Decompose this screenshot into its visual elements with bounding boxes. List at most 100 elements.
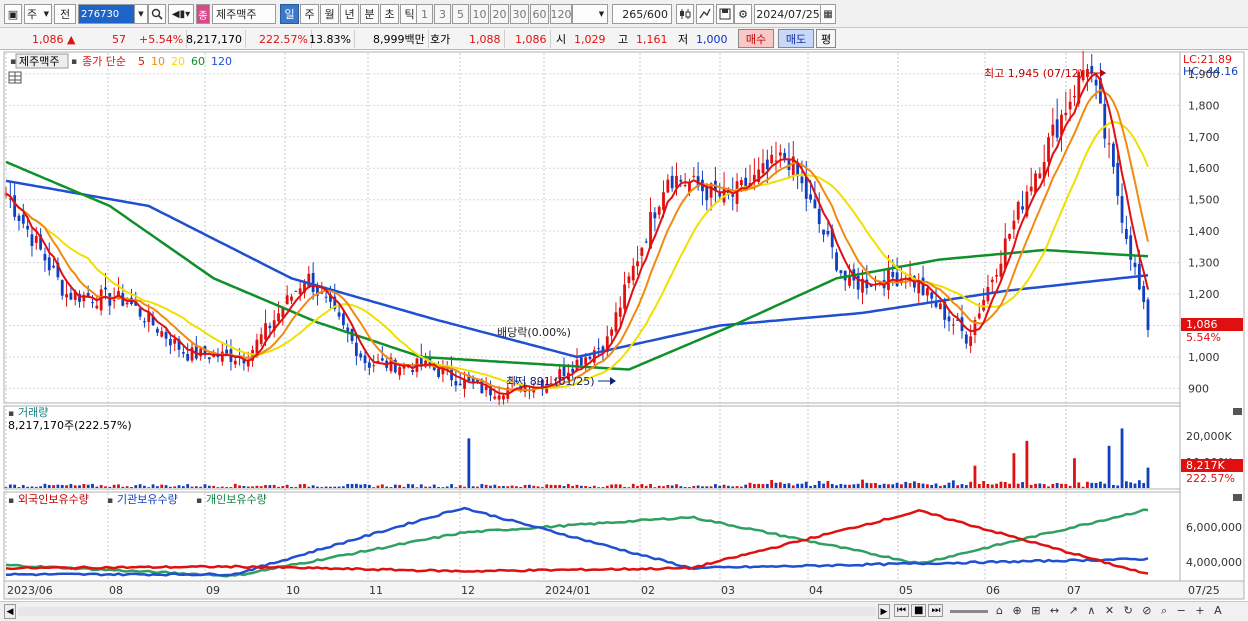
bar-count-field[interactable]: 265/600 <box>612 4 672 24</box>
volume-bar <box>350 483 354 488</box>
scroll-left-icon[interactable]: ◀ <box>4 604 16 619</box>
volume-bar <box>168 486 172 488</box>
minute-button-120[interactable]: 120 <box>550 4 572 24</box>
panel-close-icon[interactable] <box>1233 494 1242 501</box>
price-panel-title: 제주맥주 <box>19 55 59 68</box>
calendar-icon[interactable]: ▦ <box>820 4 836 24</box>
period-tab-5[interactable]: 초 <box>380 4 399 24</box>
volume-bar <box>731 486 735 488</box>
candle-type-icon[interactable] <box>676 4 694 24</box>
minute-button-1[interactable]: 1 <box>416 4 433 24</box>
volume-bar <box>173 486 177 488</box>
x-axis <box>3 580 1245 600</box>
minute-button-10[interactable]: 10 <box>470 4 489 24</box>
stock-chart[interactable]: ▪ 제주맥주 ▪ 종가 단순 5 10 20 60 120 LC:21.89 HC:-4… <box>0 48 1248 621</box>
candle-body <box>995 275 998 277</box>
avg-button[interactable]: 평 <box>816 29 836 48</box>
layout-icon[interactable]: ▣ <box>4 4 22 24</box>
settings-gear-icon[interactable]: ⚙ <box>734 4 752 24</box>
volume-bar <box>56 484 60 488</box>
volume-bar <box>930 484 934 488</box>
candle-body <box>294 290 298 292</box>
volume-bar <box>904 481 908 488</box>
chart-area[interactable]: ▪ 제주맥주 ▪ 종가 단순 5 10 20 60 120 LC:21.89 HC:-4… <box>0 48 1248 621</box>
candle-body <box>800 176 804 184</box>
volume-bar <box>476 486 479 488</box>
minute-button-5[interactable]: 5 <box>452 4 469 24</box>
x-axis-label: 09 <box>206 584 220 597</box>
minute-dropdown-icon[interactable]: ▼ <box>596 4 608 24</box>
prev-button[interactable]: 전 <box>54 4 76 24</box>
price-axis-label: 1,600 <box>1188 162 1220 175</box>
candle-body <box>1142 285 1146 303</box>
volume-bar <box>1038 483 1042 488</box>
minute-button-20[interactable]: 20 <box>490 4 509 24</box>
minute-button-30[interactable]: 30 <box>510 4 529 24</box>
period-tab-3[interactable]: 년 <box>340 4 359 24</box>
volume-bar <box>969 481 973 488</box>
volume-bar <box>160 484 164 488</box>
volume-bar <box>307 486 311 488</box>
candle-body <box>636 261 639 267</box>
volume-bar <box>774 482 778 488</box>
candle-body <box>13 195 17 217</box>
volume-bar <box>618 484 622 488</box>
volume-bar <box>251 486 254 488</box>
volume-value: 8,217,170 <box>178 30 246 48</box>
volume-bar <box>977 484 981 488</box>
volume-bar <box>285 484 289 488</box>
candle-body <box>623 284 626 309</box>
period-tab-0[interactable]: 일 <box>280 4 299 24</box>
stop-icon[interactable]: ■ <box>911 604 927 617</box>
code-dropdown-icon[interactable]: ▼ <box>134 4 148 24</box>
buy-button[interactable]: 매수 <box>738 29 774 48</box>
volume-bar <box>1103 483 1107 488</box>
scroll-right-icon[interactable]: ▶ <box>878 604 890 619</box>
minute-button-3[interactable]: 3 <box>434 4 451 24</box>
volume-bar <box>960 484 964 488</box>
volume-bar <box>951 480 955 488</box>
volume-bar <box>181 486 185 488</box>
volume-bar <box>913 481 916 488</box>
period-tab-2[interactable]: 월 <box>320 4 339 24</box>
sell-button[interactable]: 매도 <box>778 29 814 48</box>
volume-bar <box>783 483 787 488</box>
minute-button-60[interactable]: 60 <box>530 4 549 24</box>
high-price: 1,161 <box>636 32 668 46</box>
volume-bar <box>117 484 120 488</box>
volume-bar <box>848 484 851 488</box>
candle-body <box>675 175 678 188</box>
candle-body <box>1016 201 1020 220</box>
period-tab-4[interactable]: 분 <box>360 4 379 24</box>
volume-bar <box>281 486 285 488</box>
speed-slider[interactable] <box>950 610 988 613</box>
volume-bar <box>1124 481 1128 488</box>
forward-icon[interactable]: ⏭ <box>928 604 944 617</box>
panel-close-icon[interactable] <box>1233 408 1242 415</box>
search-icon[interactable] <box>148 4 166 24</box>
rewind-icon[interactable]: ⏮ <box>894 604 909 617</box>
volume-bar <box>26 486 30 488</box>
candle-body <box>1008 233 1011 239</box>
market-select[interactable]: 주 ▼ <box>24 4 52 24</box>
date-field[interactable]: 2024/07/25 <box>754 4 822 24</box>
volume-bar <box>385 486 389 488</box>
save-icon[interactable] <box>716 4 734 24</box>
candle-body <box>662 192 665 210</box>
volume-bar <box>121 486 125 488</box>
drawing-tools[interactable]: ⌂ ⊕ ⊞ ↔ ↗ ∧ ✕ ↻ ⊘ ⌕ − + A <box>996 604 1225 618</box>
volume-bar <box>1133 483 1137 488</box>
price-axis-label: 1,700 <box>1188 131 1220 144</box>
volume-bar <box>627 487 631 488</box>
volume-bar <box>1068 485 1072 488</box>
volume-bar <box>817 480 821 488</box>
sound-icon[interactable]: ◀▮▾ <box>168 4 194 24</box>
scroll-track[interactable] <box>18 607 876 616</box>
stock-code-input[interactable]: 276730 <box>78 4 136 24</box>
volume-title: 거래량 <box>18 406 48 419</box>
open-label: 시 <box>556 33 567 46</box>
high-label: 고 <box>618 33 629 46</box>
candle-body <box>65 294 68 298</box>
drawing-tool-icon[interactable] <box>696 4 714 24</box>
period-tab-1[interactable]: 주 <box>300 4 319 24</box>
